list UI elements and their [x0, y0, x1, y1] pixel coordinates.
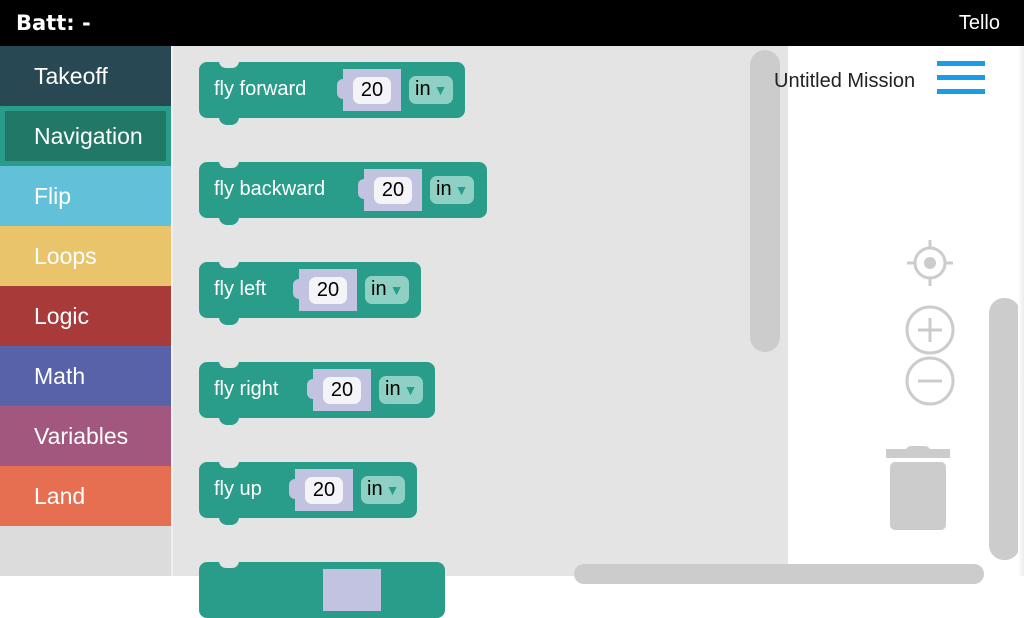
- unit-value: in: [436, 178, 452, 200]
- unit-value: in: [367, 478, 383, 500]
- block-label: fly right: [214, 378, 279, 400]
- category-navigation[interactable]: Navigation: [0, 106, 171, 166]
- category-sidebar: Takeoff Navigation Flip Loops Logic Math…: [0, 46, 171, 576]
- flyout-scrollbar[interactable]: [750, 50, 780, 352]
- category-math[interactable]: Math: [0, 346, 171, 406]
- distance-input[interactable]: 20: [353, 77, 391, 104]
- category-label: Loops: [34, 243, 97, 269]
- value-slot: 20: [358, 169, 422, 211]
- unit-dropdown[interactable]: in ▼: [430, 176, 475, 204]
- distance-input[interactable]: 20: [305, 477, 343, 504]
- unit-dropdown[interactable]: in ▼: [379, 376, 424, 404]
- block-fly-forward[interactable]: fly forward 20 in ▼: [199, 61, 465, 125]
- unit-value: in: [385, 378, 401, 400]
- recenter-icon[interactable]: [904, 237, 956, 289]
- mission-title[interactable]: Untitled Mission: [774, 70, 915, 93]
- distance-input[interactable]: 20: [374, 177, 412, 204]
- dropdown-arrow-icon: ▼: [389, 282, 404, 298]
- block-fly-up[interactable]: fly up 20 in ▼: [199, 461, 417, 525]
- category-label: Logic: [34, 303, 89, 329]
- category-label: Land: [34, 483, 86, 509]
- block-label: fly left: [214, 278, 267, 300]
- block-fly-left[interactable]: fly left 20 in ▼: [199, 261, 421, 325]
- category-land[interactable]: Land: [0, 466, 171, 526]
- block-label: fly up: [214, 478, 262, 500]
- category-logic[interactable]: Logic: [0, 286, 171, 346]
- unit-value: in: [371, 278, 387, 300]
- zoom-out-icon[interactable]: [904, 355, 956, 407]
- unit-dropdown[interactable]: in ▼: [361, 476, 406, 504]
- value-slot: 20: [337, 69, 401, 111]
- category-label: Math: [34, 363, 86, 389]
- distance-input[interactable]: 20: [309, 277, 347, 304]
- workspace-edge: [1018, 46, 1024, 576]
- block-label: fly backward: [214, 178, 326, 200]
- block-fly-right[interactable]: fly right 20 in ▼: [199, 361, 435, 425]
- category-label: Takeoff: [34, 63, 108, 89]
- dropdown-arrow-icon: ▼: [385, 482, 400, 498]
- block-fly-down-partial[interactable]: [199, 561, 445, 618]
- category-loops[interactable]: Loops: [0, 226, 171, 286]
- dropdown-arrow-icon: ▼: [433, 82, 448, 98]
- category-label: Variables: [34, 423, 129, 449]
- workspace-horizontal-scrollbar[interactable]: [574, 564, 984, 584]
- dropdown-arrow-icon: ▼: [403, 382, 418, 398]
- value-slot: 20: [293, 269, 357, 311]
- trash-icon[interactable]: [884, 446, 952, 532]
- workspace-vertical-scrollbar[interactable]: [989, 298, 1020, 560]
- category-label: Navigation: [34, 123, 143, 149]
- zoom-in-icon[interactable]: [904, 304, 956, 356]
- distance-input[interactable]: 20: [323, 377, 361, 404]
- category-takeoff[interactable]: Takeoff: [0, 46, 171, 106]
- dropdown-arrow-icon: ▼: [454, 182, 469, 198]
- value-slot: [323, 569, 381, 611]
- unit-dropdown[interactable]: in ▼: [365, 276, 410, 304]
- drone-name: Tello: [958, 12, 1000, 34]
- menu-icon[interactable]: [937, 61, 985, 95]
- category-label: Flip: [34, 183, 72, 209]
- block-flyout: fly forward 20 in ▼ fly backward 20 in ▼ f…: [171, 46, 788, 618]
- unit-value: in: [415, 78, 431, 100]
- block-fly-backward[interactable]: fly backward 20 in ▼: [199, 161, 487, 225]
- category-variables[interactable]: Variables: [0, 406, 171, 466]
- unit-dropdown[interactable]: in ▼: [409, 76, 454, 104]
- status-bar: Batt: - Tello: [0, 0, 1024, 46]
- value-slot: 20: [307, 369, 371, 411]
- category-flip[interactable]: Flip: [0, 166, 171, 226]
- value-slot: 20: [289, 469, 353, 511]
- battery-status: Batt: -: [16, 11, 91, 35]
- block-label: fly forward: [214, 78, 307, 100]
